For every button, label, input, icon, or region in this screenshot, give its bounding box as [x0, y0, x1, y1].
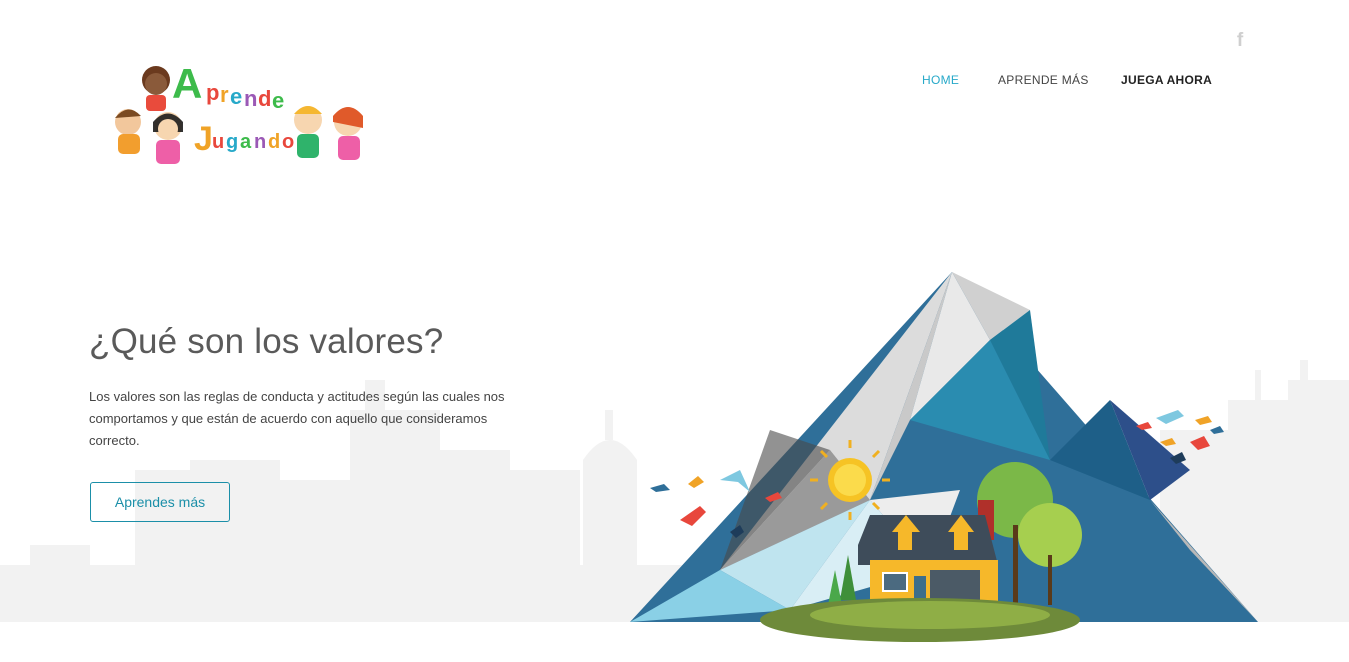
hero-title: ¿Qué son los valores? [89, 322, 444, 361]
nav-item-home[interactable]: HOME [922, 73, 959, 87]
svg-text:d: d [268, 131, 280, 153]
svg-text:n: n [244, 86, 257, 111]
nav-item-juega-ahora[interactable]: JUEGA AHORA [1121, 73, 1212, 87]
nav-item-aprende-mas[interactable]: APRENDE MÁS [998, 73, 1089, 87]
svg-text:p: p [206, 80, 219, 105]
svg-text:e: e [272, 88, 284, 113]
svg-text:r: r [220, 82, 229, 107]
main-navigation: HOME APRENDE MÁS JUEGA AHORA [900, 73, 1230, 93]
svg-text:d: d [258, 86, 271, 111]
kids-illustration [115, 66, 363, 164]
svg-text:o: o [282, 131, 294, 153]
learn-more-button[interactable]: Aprendes más [90, 482, 230, 522]
svg-text:g: g [226, 131, 238, 153]
mountain-house-illustration [630, 270, 1270, 652]
logo-letter-a: A [172, 60, 202, 107]
site-logo[interactable]: A p r e n d e J u g a n d o [108, 50, 370, 178]
svg-text:u: u [212, 131, 224, 153]
svg-text:n: n [254, 131, 266, 153]
svg-text:e: e [230, 84, 242, 109]
hero-description: Los valores son las reglas de conducta y… [89, 389, 505, 448]
house-icon [858, 500, 998, 608]
facebook-icon[interactable]: f [1230, 30, 1250, 52]
svg-text:a: a [240, 131, 252, 153]
svg-text:J: J [194, 120, 213, 158]
